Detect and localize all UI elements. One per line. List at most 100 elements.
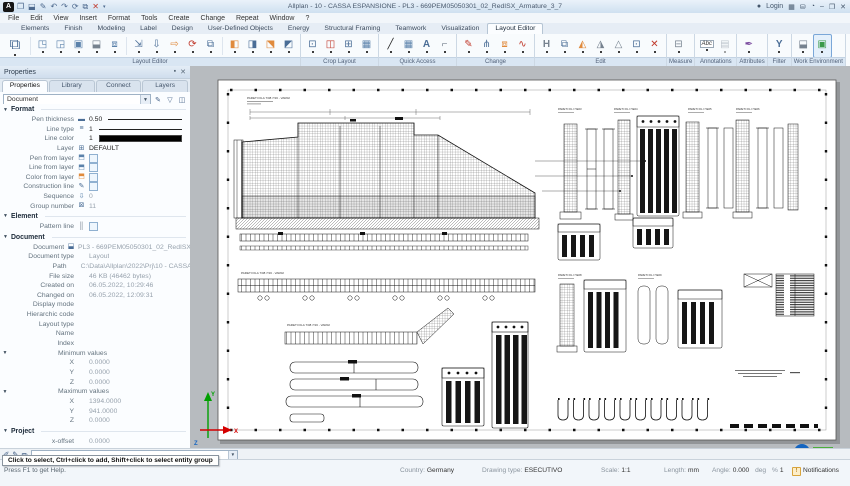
arrange-bottom-icon[interactable]: ⬔ <box>262 35 279 57</box>
open-layout-icon[interactable]: ◲ <box>52 35 69 57</box>
tab-layout-editor[interactable]: Layout Editor <box>487 23 543 34</box>
tab-label[interactable]: Label <box>133 24 164 34</box>
close-doc-icon[interactable]: ✕ <box>92 2 99 12</box>
length-field[interactable]: Length:mm <box>664 467 699 474</box>
menu-help[interactable]: ? <box>305 15 309 22</box>
pick-properties-icon[interactable]: ✎ <box>153 95 163 105</box>
window-icon[interactable]: ⧉ <box>83 2 89 12</box>
user-icon[interactable]: ● <box>757 3 761 10</box>
assign-attributes-icon[interactable]: ✒ <box>740 35 757 57</box>
move-icon[interactable]: H <box>538 35 555 57</box>
tab-teamwork[interactable]: Teamwork <box>388 24 433 34</box>
rotate-icon[interactable]: ◮ <box>592 35 609 57</box>
subsection-minimum-values[interactable]: ▼ Minimum values <box>0 348 190 358</box>
line-color-value[interactable]: 1 <box>89 135 93 142</box>
history-icon[interactable]: ◔ <box>811 3 815 10</box>
crop-border-icon[interactable]: ⊡ <box>304 35 321 57</box>
layout-sheet[interactable]: PARETI FILA 7/08 7/16 - VAR02 <box>190 66 850 448</box>
new-layout-icon[interactable]: ◳ <box>34 35 51 57</box>
cart-icon[interactable]: ⛁ <box>800 3 806 11</box>
swap-elements-icon[interactable]: ◩ <box>280 35 297 57</box>
restore-button[interactable]: ❐ <box>829 3 835 11</box>
tab-design[interactable]: Design <box>165 24 200 34</box>
tab-modeling[interactable]: Modeling <box>90 24 132 34</box>
menu-file[interactable]: File <box>8 15 19 22</box>
angle-field[interactable]: Angle:0.000 deg <box>712 467 768 474</box>
label-text-icon[interactable]: Abc <box>698 35 715 57</box>
copy-icon[interactable]: ⧉ <box>556 35 573 57</box>
close-button[interactable]: ✕ <box>840 3 846 11</box>
edit-properties-icon[interactable]: ⊡ <box>628 35 645 57</box>
line-icon[interactable]: ╱ <box>382 35 399 57</box>
pattern-line-checkbox[interactable] <box>89 222 98 231</box>
menu-insert[interactable]: Insert <box>79 15 97 22</box>
tab-structural-framing[interactable]: Structural Framing <box>317 24 387 34</box>
minimize-button[interactable]: – <box>820 3 824 10</box>
section-format[interactable]: ▼Format <box>0 104 190 115</box>
menu-format[interactable]: Format <box>108 15 130 22</box>
notifications-button[interactable]: !Notifications <box>792 467 839 476</box>
sequence-value[interactable]: 0 <box>89 193 93 200</box>
stretch-icon[interactable]: △ <box>610 35 627 57</box>
open-icon[interactable]: ❐ <box>17 2 24 12</box>
pen-from-layer-checkbox[interactable] <box>89 154 98 163</box>
layer-value[interactable]: DEFAULT <box>89 145 119 152</box>
undo-icon[interactable]: ↶ <box>50 2 57 12</box>
apps-icon[interactable]: ▦ <box>788 3 795 11</box>
section-project[interactable]: ▼Project <box>0 426 190 437</box>
connect-split-icon[interactable]: ⋔ <box>478 35 495 57</box>
tab-user-defined-objects[interactable]: User-Defined Objects <box>201 24 280 34</box>
construction-line-checkbox[interactable] <box>89 182 98 191</box>
drafting-board-icon[interactable]: ⬓ <box>795 35 812 57</box>
place-layout-icon[interactable]: ⇲ <box>130 35 147 57</box>
refresh-icon[interactable]: ⟳ <box>72 2 79 12</box>
panel-tab-layers[interactable]: Layers <box>142 80 188 92</box>
menu-repeat[interactable]: Repeat <box>236 15 259 22</box>
text-icon[interactable]: A <box>418 35 435 57</box>
move-layout-icon[interactable]: ⇨ <box>166 35 183 57</box>
menu-tools[interactable]: Tools <box>141 15 157 22</box>
tab-visualization[interactable]: Visualization <box>434 24 486 34</box>
refresh-layout-icon[interactable]: ⟳ <box>184 35 201 57</box>
display-layout-icon[interactable]: ⬓ <box>88 35 105 57</box>
workscreen-icon[interactable]: ▣ <box>813 34 832 58</box>
close-icon[interactable]: ✕ <box>180 68 186 76</box>
collapse-icon[interactable]: ▼ <box>0 350 10 356</box>
layout-editor-icon[interactable]: ⧉ <box>3 35 27 57</box>
pen-thickness-value[interactable]: 0.50 <box>89 116 102 123</box>
panel-tab-connect[interactable]: Connect <box>96 80 142 92</box>
tab-energy[interactable]: Energy <box>281 24 317 34</box>
collapse-icon[interactable]: ▼ <box>0 389 10 395</box>
save-icon[interactable]: ⬓ <box>28 2 36 12</box>
qat-more-icon[interactable]: ▾ <box>103 2 106 12</box>
crop-detail-icon[interactable]: ⊞ <box>340 35 357 57</box>
drawing-type-field[interactable]: Drawing type:ESECUTIVO <box>482 467 562 474</box>
section-element[interactable]: ▼Element <box>0 211 190 222</box>
line-type-value[interactable]: 1 <box>89 126 93 133</box>
menu-change[interactable]: Change <box>200 15 225 22</box>
label-off-icon[interactable]: ▤ <box>716 35 733 57</box>
measure-length-icon[interactable]: ⊟ <box>670 35 687 57</box>
subsection-maximum-values[interactable]: ▼ Maximum values <box>0 387 190 397</box>
export-layout-icon[interactable]: ⧈ <box>106 35 123 57</box>
drawing-canvas[interactable]: PARETI FILA 7/08 7/16 - VAR02 <box>190 66 850 448</box>
edit-boxes-icon[interactable]: ⧈ <box>496 35 513 57</box>
align-elements-icon[interactable]: ◧ <box>226 35 243 57</box>
app-menu-button[interactable]: A <box>3 2 14 12</box>
crop-settings-icon[interactable]: ▦ <box>358 35 375 57</box>
hatching-icon[interactable]: ▦ <box>400 35 417 57</box>
edit-icon[interactable]: ✎ <box>40 2 47 12</box>
match-window-icon[interactable]: ◫ <box>177 95 187 105</box>
line-from-layer-checkbox[interactable] <box>89 163 98 172</box>
chevron-down-icon[interactable]: ▼ <box>228 451 237 459</box>
crop-section-icon[interactable]: ◫ <box>322 35 339 57</box>
copy-layout-icon[interactable]: ⧉ <box>202 35 219 57</box>
tab-finish[interactable]: Finish <box>57 24 89 34</box>
login-button[interactable]: Login <box>766 3 783 10</box>
chevron-down-icon[interactable]: ▼ <box>140 95 150 104</box>
panel-tab-properties[interactable]: Properties <box>2 80 48 92</box>
update-layout-icon[interactable]: ⇩ <box>148 35 165 57</box>
redo-icon[interactable]: ↷ <box>61 2 68 12</box>
group-number-value[interactable]: 11 <box>89 203 96 210</box>
menu-create[interactable]: Create <box>168 15 189 22</box>
